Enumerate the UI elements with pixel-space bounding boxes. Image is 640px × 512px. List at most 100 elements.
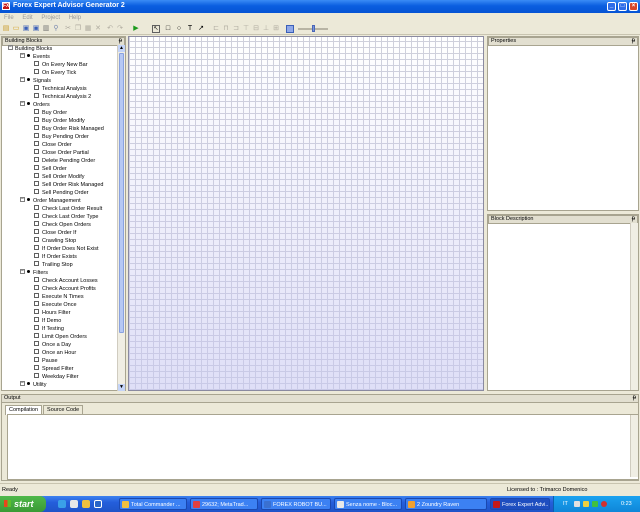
tree-item[interactable]: Crawling Stop: [34, 237, 76, 245]
tree-item[interactable]: Once an Hour: [34, 349, 76, 357]
delete-icon[interactable]: ✕: [94, 25, 102, 33]
redo-icon[interactable]: ↷: [116, 25, 124, 33]
undo-icon[interactable]: ↶: [106, 25, 114, 33]
tree-item[interactable]: On Every New Bar: [34, 61, 88, 69]
pin-icon[interactable]: ᵽ: [633, 395, 636, 402]
tree-group[interactable]: − Filters: [20, 269, 48, 277]
design-canvas[interactable]: [128, 36, 484, 391]
tree-scrollbar[interactable]: ▲ ▼: [117, 45, 125, 391]
tray-app-icon[interactable]: [592, 501, 598, 507]
tree-item[interactable]: Buy Order Modify: [34, 117, 85, 125]
pointer-tool-icon[interactable]: ↖: [152, 25, 160, 33]
scroll-down-icon[interactable]: ▼: [118, 384, 125, 391]
scroll-thumb[interactable]: [119, 53, 124, 333]
menu-help[interactable]: Help: [69, 13, 81, 23]
tree-item[interactable]: Trailing Stop: [34, 261, 73, 269]
tree-item[interactable]: Close Order Partial: [34, 149, 89, 157]
search-icon[interactable]: ⚲: [52, 25, 60, 33]
tree-item[interactable]: Limit Open Orders: [34, 333, 87, 341]
tree-group[interactable]: − Signals: [20, 77, 51, 85]
print-icon[interactable]: ▥: [42, 25, 50, 33]
tree-item[interactable]: Buy Order Risk Managed: [34, 125, 104, 133]
pin-icon[interactable]: ᵽ: [119, 38, 122, 45]
volume-icon[interactable]: [583, 501, 589, 507]
tree-item[interactable]: Sell Pending Order: [34, 189, 88, 197]
tree-item[interactable]: Buy Pending Order: [34, 133, 89, 141]
tree-item[interactable]: If Order Exists: [34, 253, 77, 261]
tree-item[interactable]: Check Account Profits: [34, 285, 96, 293]
tree-group[interactable]: − Orders: [20, 101, 50, 109]
compile-run-icon[interactable]: ▶: [132, 25, 140, 33]
network-icon[interactable]: [574, 501, 580, 507]
ellipse-tool-icon[interactable]: ○: [175, 25, 183, 33]
same-size-icon[interactable]: ⊞: [272, 25, 280, 33]
new-file-icon[interactable]: ▤: [2, 25, 10, 33]
media-icon[interactable]: [94, 500, 102, 508]
pin-icon[interactable]: ᵽ: [632, 216, 635, 223]
tree-item[interactable]: Sell Order: [34, 165, 67, 173]
output-text-area[interactable]: [7, 414, 639, 480]
tree-group[interactable]: − Utility: [20, 381, 46, 389]
tree-item[interactable]: On Every Tick: [34, 69, 76, 77]
tree-group[interactable]: − Events: [20, 53, 50, 61]
tree-group[interactable]: − Building Blocks: [8, 45, 52, 53]
desktop-icon[interactable]: [70, 500, 78, 508]
taskbar-button[interactable]: Total Commander ...: [119, 498, 187, 510]
menu-file[interactable]: File: [4, 13, 14, 23]
text-tool-icon[interactable]: T: [186, 25, 194, 33]
rectangle-tool-icon[interactable]: □: [164, 25, 172, 33]
tree-item[interactable]: Buy Order: [34, 109, 67, 117]
scroll-up-icon[interactable]: ▲: [118, 45, 125, 52]
taskbar-button[interactable]: 29632; MetaTrad...: [190, 498, 258, 510]
tree-item[interactable]: Check Open Orders: [34, 221, 91, 229]
pin-icon[interactable]: ᵽ: [632, 38, 635, 45]
taskbar-button[interactable]: Forex Expert Advi...: [490, 498, 550, 510]
maximize-button[interactable]: □: [618, 2, 627, 11]
language-indicator[interactable]: IT: [563, 496, 568, 512]
tree-item[interactable]: Once a Day: [34, 341, 71, 349]
description-scrollbar[interactable]: [630, 223, 638, 390]
tree-item[interactable]: Execute N Times: [34, 293, 84, 301]
open-folder-icon[interactable]: ▭: [12, 25, 20, 33]
collapse-icon[interactable]: −: [8, 45, 13, 51]
connector-tool-icon[interactable]: ↗: [197, 25, 205, 33]
collapse-icon[interactable]: −: [20, 269, 25, 275]
taskbar-button[interactable]: FOREX ROBOT BU...: [261, 498, 331, 510]
security-icon[interactable]: [601, 501, 607, 507]
zoom-slider-thumb[interactable]: [312, 25, 315, 32]
tree-item[interactable]: Check Account Losses: [34, 277, 98, 285]
tree-item[interactable]: Sell Order Risk Managed: [34, 181, 103, 189]
tree-item[interactable]: Pause: [34, 357, 58, 365]
save-all-icon[interactable]: ▣: [32, 25, 40, 33]
copy-icon[interactable]: ❐: [74, 25, 82, 33]
tree-item[interactable]: Technical Analysis 2: [34, 93, 91, 101]
grid-toggle-icon[interactable]: [286, 25, 294, 33]
align-middle-icon[interactable]: ⊟: [252, 25, 260, 33]
tree-group[interactable]: − Order Management: [20, 197, 81, 205]
start-button[interactable]: start: [0, 496, 46, 512]
tree-item[interactable]: Technical Analysis: [34, 85, 87, 93]
output-scrollbar[interactable]: [630, 415, 638, 477]
menu-project[interactable]: Project: [41, 13, 60, 23]
cut-icon[interactable]: ✂: [64, 25, 72, 33]
tree-item[interactable]: Sell Order Modify: [34, 173, 85, 181]
tree-item[interactable]: Check Last Order Type: [34, 213, 98, 221]
taskbar-button[interactable]: Senza nome - Bloc...: [334, 498, 402, 510]
tree-item[interactable]: If Testing: [34, 325, 64, 333]
collapse-icon[interactable]: −: [20, 197, 25, 203]
align-right-icon[interactable]: ⊐: [232, 25, 240, 33]
align-center-icon[interactable]: ⊓: [222, 25, 230, 33]
save-icon[interactable]: ▣: [22, 25, 30, 33]
align-bottom-icon[interactable]: ⊥: [262, 25, 270, 33]
paste-icon[interactable]: ▦: [84, 25, 92, 33]
tree-item[interactable]: Close Order If: [34, 229, 76, 237]
tree-item[interactable]: Weekday Filter: [34, 373, 79, 381]
tree-item[interactable]: Hours Filter: [34, 309, 70, 317]
collapse-icon[interactable]: −: [20, 77, 25, 83]
tree-item[interactable]: Check Last Order Result: [34, 205, 102, 213]
tree-item[interactable]: Close Order: [34, 141, 72, 149]
tree-item[interactable]: If Demo: [34, 317, 61, 325]
tree-item[interactable]: Delete Pending Order: [34, 157, 95, 165]
taskbar-button[interactable]: 2 Zoundry Raven: [405, 498, 487, 510]
collapse-icon[interactable]: −: [20, 53, 25, 59]
